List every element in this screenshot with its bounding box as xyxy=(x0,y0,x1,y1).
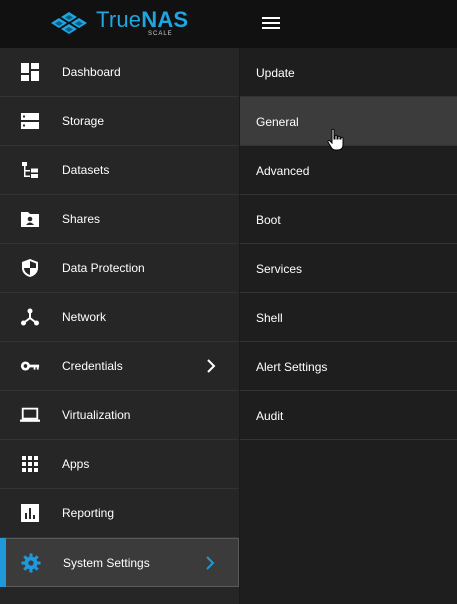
system-settings-submenu: Update General Advanced Boot Services Sh… xyxy=(240,48,457,440)
submenu-item-label: General xyxy=(256,115,299,129)
key-icon xyxy=(20,356,40,376)
submenu-item-shell[interactable]: Shell xyxy=(240,293,457,342)
submenu-item-label: Audit xyxy=(256,409,284,423)
brand-name: TrueNAS xyxy=(96,7,189,32)
dashboard-icon xyxy=(20,62,40,82)
submenu-item-label: Update xyxy=(256,66,295,80)
sidebar-item-datasets[interactable]: Datasets xyxy=(0,146,239,195)
submenu-item-label: Shell xyxy=(256,311,283,325)
sidebar-item-data-protection[interactable]: Data Protection xyxy=(0,244,239,293)
sidebar-item-storage[interactable]: Storage xyxy=(0,97,239,146)
hand-cursor-icon xyxy=(327,128,344,151)
sidebar-item-system-settings[interactable]: System Settings xyxy=(0,538,239,587)
sidebar-nav: Dashboard Storage Datasets Shares Data P… xyxy=(0,48,240,604)
reporting-icon xyxy=(20,503,40,523)
top-toolbar: TrueNAS SCALE xyxy=(0,0,457,48)
submenu-item-boot[interactable]: Boot xyxy=(240,195,457,244)
sidebar-item-label: Data Protection xyxy=(62,261,145,275)
submenu-item-label: Advanced xyxy=(256,164,310,178)
truenas-logo-icon xyxy=(51,12,87,34)
apps-grid-icon xyxy=(20,454,40,474)
submenu-item-general[interactable]: General xyxy=(240,97,457,146)
sidebar-item-label: Datasets xyxy=(62,163,110,177)
brand-edition: SCALE xyxy=(148,31,173,37)
sidebar-item-label: Dashboard xyxy=(62,65,121,79)
hamburger-menu-icon[interactable] xyxy=(260,14,282,34)
submenu-item-update[interactable]: Update xyxy=(240,48,457,97)
sidebar-item-credentials[interactable]: Credentials xyxy=(0,342,239,391)
submenu-item-advanced[interactable]: Advanced xyxy=(240,146,457,195)
submenu-item-label: Services xyxy=(256,262,303,276)
sidebar-item-apps[interactable]: Apps xyxy=(0,440,239,489)
sidebar-item-label: Credentials xyxy=(62,359,123,373)
network-icon xyxy=(20,307,40,327)
shares-icon xyxy=(20,209,40,229)
submenu-item-label: Boot xyxy=(256,213,281,227)
submenu-item-audit[interactable]: Audit xyxy=(240,391,457,440)
submenu-item-label: Alert Settings xyxy=(256,360,328,374)
sidebar-item-label: Shares xyxy=(62,212,101,226)
submenu-item-services[interactable]: Services xyxy=(240,244,457,293)
sidebar-item-network[interactable]: Network xyxy=(0,293,239,342)
sidebar-item-label: Apps xyxy=(62,457,90,471)
sidebar-item-virtualization[interactable]: Virtualization xyxy=(0,391,239,440)
active-indicator xyxy=(0,538,6,587)
laptop-icon xyxy=(20,405,40,425)
sidebar-item-shares[interactable]: Shares xyxy=(0,195,239,244)
chevron-right-icon xyxy=(206,556,215,570)
sidebar-item-reporting[interactable]: Reporting xyxy=(0,489,239,538)
sidebar-item-label: Storage xyxy=(62,114,105,128)
sidebar-item-label: Virtualization xyxy=(62,408,131,422)
shield-icon xyxy=(20,258,40,278)
submenu-item-alert-settings[interactable]: Alert Settings xyxy=(240,342,457,391)
sidebar-item-label: System Settings xyxy=(63,555,150,570)
sidebar-item-label: Network xyxy=(62,310,107,324)
datasets-icon xyxy=(20,160,40,180)
sidebar-item-dashboard[interactable]: Dashboard xyxy=(0,48,239,97)
gear-icon xyxy=(21,553,41,573)
storage-icon xyxy=(20,111,40,131)
content-background xyxy=(240,440,457,604)
chevron-right-icon xyxy=(207,359,216,373)
truenas-logo[interactable]: TrueNAS SCALE xyxy=(48,7,208,40)
sidebar-item-label: Reporting xyxy=(62,506,115,520)
